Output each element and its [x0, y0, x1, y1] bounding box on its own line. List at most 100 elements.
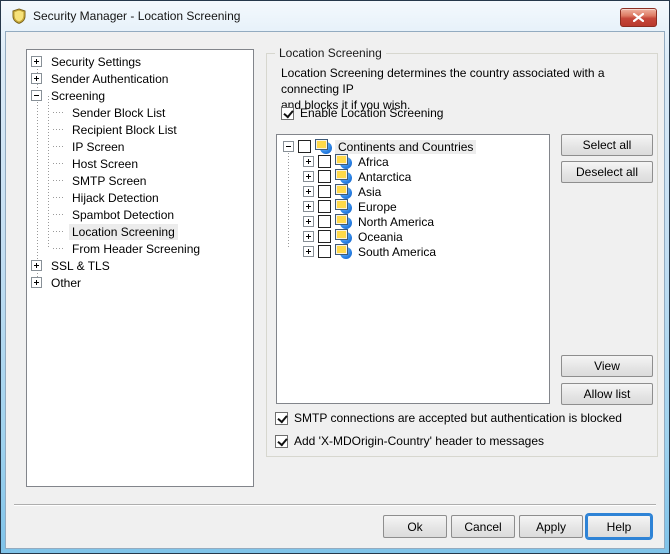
- app-shield-icon: [11, 8, 27, 24]
- nav-item-spambot-detection[interactable]: Spambot Detection: [27, 206, 253, 223]
- tree-node-antarctica[interactable]: Antarctica: [277, 169, 549, 184]
- screenshot-root: Security Manager - Location Screening Se…: [0, 0, 670, 554]
- deselect-all-button[interactable]: Deselect all: [561, 161, 653, 183]
- smtp-connections-option-row[interactable]: SMTP connections are accepted but authen…: [275, 411, 622, 425]
- allow-list-button[interactable]: Allow list: [561, 383, 653, 405]
- expand-plus-icon[interactable]: [31, 73, 42, 84]
- expand-plus-icon[interactable]: [303, 231, 314, 242]
- title-bar[interactable]: Security Manager - Location Screening: [1, 1, 669, 31]
- globe-computer-icon: [335, 199, 352, 214]
- expand-plus-icon[interactable]: [303, 246, 314, 257]
- cancel-button[interactable]: Cancel: [451, 515, 515, 538]
- nav-item-label[interactable]: Recipient Block List: [69, 122, 180, 138]
- nav-item-location-screening[interactable]: Location Screening: [27, 223, 253, 240]
- nav-item-label[interactable]: Security Settings: [48, 54, 144, 70]
- oceania-checkbox[interactable]: [318, 230, 331, 243]
- expand-minus-icon[interactable]: [283, 141, 294, 152]
- close-button[interactable]: [620, 8, 657, 27]
- window-title: Security Manager - Location Screening: [33, 9, 240, 23]
- globe-computer-icon: [335, 214, 352, 229]
- groupbox-title: Location Screening: [275, 46, 386, 60]
- expand-plus-icon[interactable]: [31, 260, 42, 271]
- expand-plus-icon[interactable]: [31, 56, 42, 67]
- tree-node-label[interactable]: South America: [355, 245, 439, 259]
- nav-item-sender-authentication[interactable]: Sender Authentication: [27, 70, 253, 87]
- nav-item-label[interactable]: SMTP Screen: [69, 173, 149, 189]
- expand-minus-icon[interactable]: [31, 90, 42, 101]
- tree-stub: [53, 129, 65, 130]
- south-america-checkbox[interactable]: [318, 245, 331, 258]
- view-button[interactable]: View: [561, 355, 653, 377]
- expand-plus-icon[interactable]: [303, 201, 314, 212]
- nav-item-label[interactable]: Spambot Detection: [69, 207, 177, 223]
- nav-item-label[interactable]: Other: [48, 275, 84, 291]
- globe-computer-icon: [315, 139, 332, 154]
- expand-plus-icon[interactable]: [31, 277, 42, 288]
- tree-stub: [53, 248, 65, 249]
- tree-node-south-america[interactable]: South America: [277, 244, 549, 259]
- enable-location-screening-checkbox[interactable]: [281, 107, 294, 120]
- antarctica-checkbox[interactable]: [318, 170, 331, 183]
- footer-separator: [14, 504, 656, 506]
- nav-item-security-settings[interactable]: Security Settings: [27, 53, 253, 70]
- settings-nav-tree: Security Settings Sender Authentication …: [26, 49, 254, 487]
- help-button[interactable]: Help: [587, 515, 651, 538]
- nav-item-screening[interactable]: Screening: [27, 87, 253, 104]
- tree-node-label[interactable]: Antarctica: [355, 170, 414, 184]
- globe-computer-icon: [335, 154, 352, 169]
- dialog-client-area: Security Settings Sender Authentication …: [5, 31, 665, 549]
- location-screening-groupbox: Location Screening Location Screening de…: [266, 53, 658, 457]
- nav-item-label[interactable]: IP Screen: [69, 139, 127, 155]
- enable-location-screening-row[interactable]: Enable Location Screening: [281, 106, 443, 120]
- tree-node-north-america[interactable]: North America: [277, 214, 549, 229]
- smtp-connections-label: SMTP connections are accepted but authen…: [294, 411, 622, 425]
- north-america-checkbox[interactable]: [318, 215, 331, 228]
- continents-root-checkbox[interactable]: [298, 140, 311, 153]
- nav-item-recipient-block-list[interactable]: Recipient Block List: [27, 121, 253, 138]
- tree-node-africa[interactable]: Africa: [277, 154, 549, 169]
- tree-node-label[interactable]: Asia: [355, 185, 384, 199]
- ok-button[interactable]: Ok: [383, 515, 447, 538]
- expand-plus-icon[interactable]: [303, 156, 314, 167]
- nav-item-label[interactable]: SSL & TLS: [48, 258, 113, 274]
- nav-item-from-header-screening[interactable]: From Header Screening: [27, 240, 253, 257]
- nav-item-sender-block-list[interactable]: Sender Block List: [27, 104, 253, 121]
- europe-checkbox[interactable]: [318, 200, 331, 213]
- origin-country-header-option-row[interactable]: Add 'X-MDOrigin-Country' header to messa…: [275, 434, 544, 448]
- tree-node-label[interactable]: Oceania: [355, 230, 406, 244]
- nav-item-label-selected[interactable]: Location Screening: [69, 224, 178, 240]
- nav-item-smtp-screen[interactable]: SMTP Screen: [27, 172, 253, 189]
- nav-item-ip-screen[interactable]: IP Screen: [27, 138, 253, 155]
- origin-country-header-checkbox[interactable]: [275, 435, 288, 448]
- nav-item-label[interactable]: Sender Block List: [69, 105, 168, 121]
- apply-button[interactable]: Apply: [519, 515, 583, 538]
- tree-node-label[interactable]: Continents and Countries: [335, 140, 476, 154]
- nav-item-hijack-detection[interactable]: Hijack Detection: [27, 189, 253, 206]
- africa-checkbox[interactable]: [318, 155, 331, 168]
- tree-node-oceania[interactable]: Oceania: [277, 229, 549, 244]
- tree-node-label[interactable]: Europe: [355, 200, 400, 214]
- nav-item-label[interactable]: Screening: [48, 88, 108, 104]
- nav-item-host-screen[interactable]: Host Screen: [27, 155, 253, 172]
- continents-listbox[interactable]: Continents and Countries Africa Antarcti…: [276, 134, 550, 404]
- nav-item-other[interactable]: Other: [27, 274, 253, 291]
- nav-item-label[interactable]: Sender Authentication: [48, 71, 171, 87]
- tree-node-continents-root[interactable]: Continents and Countries: [277, 139, 549, 154]
- nav-item-ssl-tls[interactable]: SSL & TLS: [27, 257, 253, 274]
- tree-stub: [53, 197, 65, 198]
- tree-stub: [53, 146, 65, 147]
- select-all-button[interactable]: Select all: [561, 134, 653, 156]
- smtp-connections-checkbox[interactable]: [275, 412, 288, 425]
- tree-node-asia[interactable]: Asia: [277, 184, 549, 199]
- tree-node-label[interactable]: Africa: [355, 155, 392, 169]
- expand-plus-icon[interactable]: [303, 171, 314, 182]
- tree-node-europe[interactable]: Europe: [277, 199, 549, 214]
- expand-plus-icon[interactable]: [303, 186, 314, 197]
- nav-item-label[interactable]: From Header Screening: [69, 241, 203, 257]
- tree-node-label[interactable]: North America: [355, 215, 437, 229]
- asia-checkbox[interactable]: [318, 185, 331, 198]
- tree-stub: [53, 180, 65, 181]
- nav-item-label[interactable]: Host Screen: [69, 156, 141, 172]
- expand-plus-icon[interactable]: [303, 216, 314, 227]
- nav-item-label[interactable]: Hijack Detection: [69, 190, 162, 206]
